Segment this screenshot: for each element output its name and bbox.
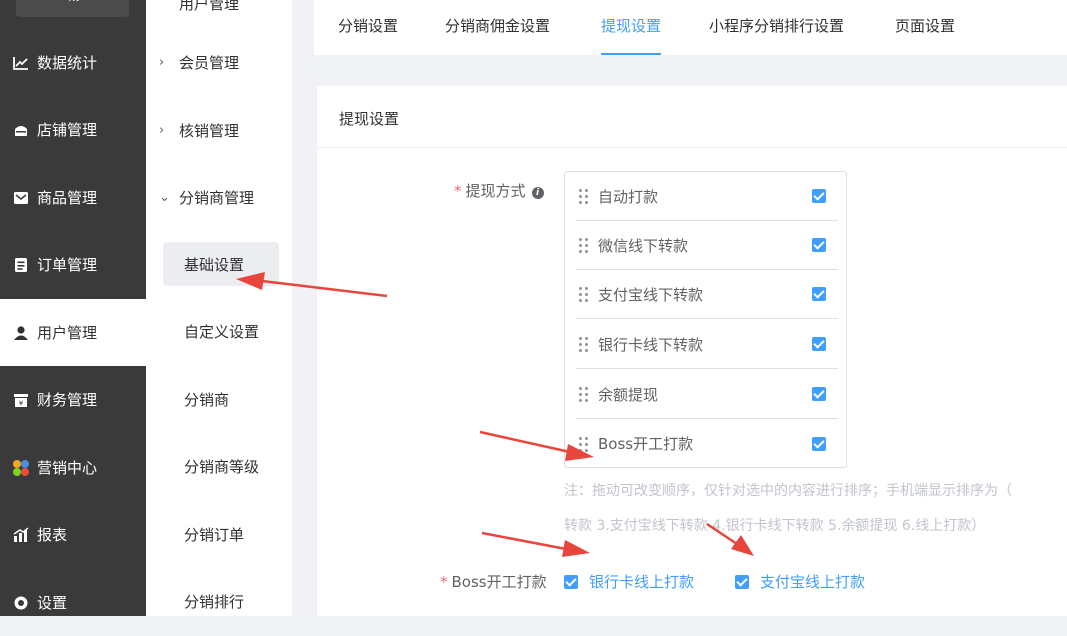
card-header: 提现设置: [317, 86, 1067, 148]
subnav-group-members[interactable]: › 会员管理: [146, 47, 292, 77]
sort-note-line-1: 注：拖动可改变顺序，仅针对选中的内容进行排序；手机端显示排序为（: [564, 483, 1012, 499]
tab-miniprogram-ranking[interactable]: 小程序分销排行设置: [709, 0, 844, 55]
withdraw-settings-card: 提现设置 * 提现方式 i 自动打款 微信线下转款 支付宝线下转款 银行卡线下转…: [317, 86, 1067, 616]
chevron-down-icon: ⌄: [159, 189, 170, 205]
boss-payment-label: * Boss开工打款: [440, 573, 547, 591]
chevron-right-icon: ›: [159, 54, 165, 70]
marketing-icon: [12, 459, 30, 477]
boss-option-bank-online[interactable]: 银行卡线上打款: [564, 571, 694, 592]
finance-icon: ¥: [12, 391, 30, 409]
sort-item[interactable]: 微信线下转款: [576, 221, 838, 270]
sort-item[interactable]: Boss开工打款: [576, 419, 838, 468]
sidebar-item-label: 报表: [37, 526, 68, 544]
settings-icon: [12, 594, 30, 612]
sidebar-item-users[interactable]: 用户管理: [0, 299, 146, 366]
main-content: 分销设置 分销商佣金设置 提现设置 小程序分销排行设置 页面设置 提现设置 * 提…: [292, 0, 1067, 616]
subnav-group-distributor[interactable]: ⌄ 分销商管理: [146, 182, 292, 212]
sidebar-item-finance[interactable]: ¥ 财务管理: [0, 366, 146, 433]
chevron-right-icon: ›: [159, 122, 165, 138]
sidebar-item-label: 订单管理: [37, 256, 98, 274]
subnav-item-distribution-orders[interactable]: 分销订单: [163, 512, 279, 556]
chart-line-icon: [12, 54, 30, 72]
withdraw-method-label: * 提现方式 i: [454, 180, 544, 201]
drag-handle-icon[interactable]: [579, 188, 589, 204]
tab-commission-settings[interactable]: 分销商佣金设置: [445, 0, 550, 55]
sidebar-item-label: 数据统计: [37, 54, 98, 72]
subnav-item-basic-settings[interactable]: 基础设置: [163, 242, 279, 286]
subnav-item-distributors[interactable]: 分销商: [163, 377, 279, 421]
info-icon[interactable]: i: [531, 187, 544, 199]
bank-online-checkbox[interactable]: [564, 574, 578, 589]
card-title: 提现设置: [339, 110, 400, 128]
method-checkbox[interactable]: [812, 337, 826, 351]
sidebar-item-label: 用户管理: [37, 324, 98, 342]
main-sidebar: 城 数据统计 店铺管理 商品管理 订单管理 用户管理 ¥ 财务管理: [0, 0, 146, 616]
sidebar-item-label: 财务管理: [37, 391, 98, 409]
sidebar-item-settings[interactable]: 设置: [0, 569, 146, 636]
sort-item[interactable]: 余额提现: [576, 370, 838, 419]
sidebar-item-orders[interactable]: 订单管理: [0, 231, 146, 298]
sidebar-item-label: 营销中心: [37, 459, 98, 477]
method-checkbox[interactable]: [812, 287, 826, 301]
subnav-item-distributor-levels[interactable]: 分销商等级: [163, 444, 279, 488]
drag-handle-icon[interactable]: [579, 286, 589, 302]
sort-item[interactable]: 银行卡线下转款: [576, 320, 838, 369]
withdraw-method-sort-list: 自动打款 微信线下转款 支付宝线下转款 银行卡线下转款 余额提现 Boss开工打…: [564, 171, 847, 468]
report-icon: [12, 526, 30, 544]
logo: 城: [16, 0, 129, 17]
tab-page-settings[interactable]: 页面设置: [895, 0, 955, 55]
sidebar-item-label: 店铺管理: [37, 121, 98, 139]
user-icon: [12, 324, 30, 342]
method-checkbox[interactable]: [812, 238, 826, 252]
drag-handle-icon[interactable]: [579, 436, 589, 452]
sidebar-item-stats[interactable]: 数据统计: [0, 29, 146, 96]
sidebar-item-store[interactable]: 店铺管理: [0, 96, 146, 163]
mail-box-icon: [12, 189, 30, 207]
store-icon: [12, 121, 30, 139]
drag-handle-icon[interactable]: [579, 336, 589, 352]
sort-note-line-2: 转款 3.支付宝线下转款 4.银行卡线下转款 5.余额提现 6.线上打款）: [564, 518, 986, 534]
tab-bar: 分销设置 分销商佣金设置 提现设置 小程序分销排行设置 页面设置: [314, 0, 1067, 55]
sidebar-item-label: 设置: [37, 594, 68, 612]
sidebar-item-reports[interactable]: 报表: [0, 501, 146, 568]
sidebar-item-goods[interactable]: 商品管理: [0, 164, 146, 231]
subnav-group-verification[interactable]: › 核销管理: [146, 115, 292, 145]
subnav-item-custom-settings[interactable]: 自定义设置: [163, 309, 279, 353]
sub-navigation: 用户管理 › 会员管理 › 核销管理 ⌄ 分销商管理 基础设置 自定义设置 分销…: [146, 0, 292, 616]
drag-handle-icon[interactable]: [579, 237, 589, 253]
sidebar-item-marketing[interactable]: 营销中心: [0, 434, 146, 501]
subnav-item-distribution-ranking[interactable]: 分销排行: [163, 579, 279, 623]
method-checkbox[interactable]: [812, 436, 826, 451]
tab-distribution-settings[interactable]: 分销设置: [338, 0, 398, 55]
svg-text:¥: ¥: [19, 399, 24, 407]
drag-handle-icon[interactable]: [579, 386, 589, 402]
order-list-icon: [12, 256, 30, 274]
subnav-group-users[interactable]: 用户管理: [146, 0, 292, 18]
sort-item[interactable]: 支付宝线下转款: [576, 270, 838, 319]
sort-item[interactable]: 自动打款: [576, 172, 838, 221]
boss-option-alipay-online[interactable]: 支付宝线上打款: [735, 571, 865, 592]
tab-withdraw-settings[interactable]: 提现设置: [601, 0, 662, 55]
sidebar-item-label: 商品管理: [37, 189, 98, 207]
method-checkbox[interactable]: [812, 387, 826, 401]
alipay-online-checkbox[interactable]: [735, 574, 749, 589]
method-checkbox[interactable]: [812, 189, 826, 203]
